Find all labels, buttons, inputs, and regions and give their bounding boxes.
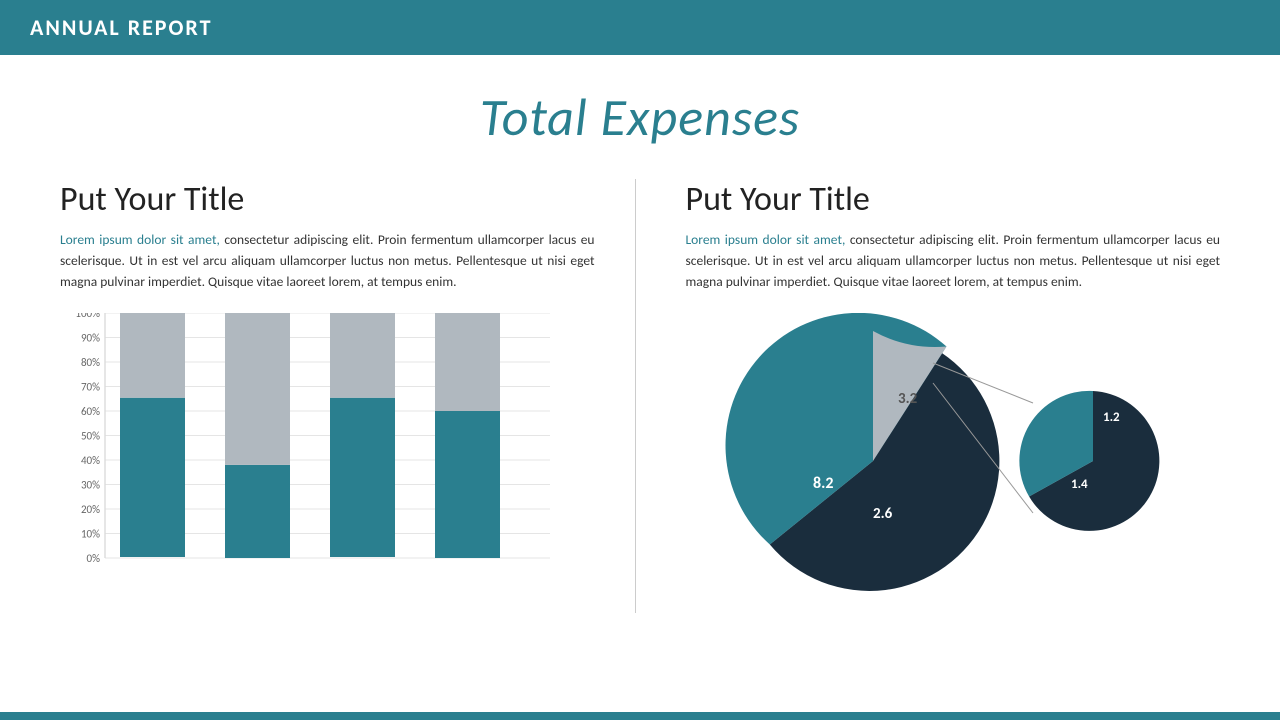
footer-bar — [0, 712, 1280, 720]
left-section-title: Put Your Title — [60, 179, 595, 220]
header: ANNUAL REPORT — [0, 0, 1280, 55]
left-highlight: Lorem ipsum dolor sit amet, — [60, 231, 220, 248]
svg-text:80%: 80% — [81, 356, 100, 369]
pie-chart-svg: 8.2 2.6 3.2 1.4 1.2 — [713, 313, 1193, 613]
svg-text:40%: 40% — [81, 454, 100, 467]
page-title: Total Expenses — [480, 85, 800, 149]
right-section-title: Put Your Title — [686, 179, 1221, 220]
pie-chart-area: 8.2 2.6 3.2 1.4 1.2 — [686, 313, 1221, 613]
svg-text:20%: 20% — [81, 503, 100, 516]
bar-chart: 100% 90% 80% 70% 60% 50% 40% 30% 20% 10%… — [60, 313, 560, 583]
svg-text:2.6: 2.6 — [873, 505, 893, 523]
right-column: Put Your Title Lorem ipsum dolor sit ame… — [636, 179, 1221, 613]
svg-text:3.2: 3.2 — [898, 390, 918, 408]
svg-text:30%: 30% — [81, 478, 100, 491]
columns: Put Your Title Lorem ipsum dolor sit ame… — [60, 179, 1220, 613]
header-title: ANNUAL REPORT — [30, 14, 212, 41]
page-title-container: Total Expenses — [60, 85, 1220, 149]
right-body-text: Lorem ipsum dolor sit amet, consectetur … — [686, 230, 1221, 293]
bar-chart-svg: 100% 90% 80% 70% 60% 50% 40% 30% 20% 10%… — [60, 313, 560, 583]
svg-text:1.2: 1.2 — [1103, 410, 1120, 425]
svg-text:60%: 60% — [81, 405, 100, 418]
svg-text:90%: 90% — [81, 331, 100, 344]
page-title-part1: Total — [480, 85, 601, 149]
svg-text:0%: 0% — [87, 552, 101, 565]
svg-text:8.2: 8.2 — [813, 474, 834, 493]
right-highlight: Lorem ipsum dolor sit amet, — [686, 231, 846, 248]
svg-text:10%: 10% — [81, 527, 100, 540]
left-column: Put Your Title Lorem ipsum dolor sit ame… — [60, 179, 636, 613]
svg-text:50%: 50% — [81, 429, 100, 442]
svg-text:1.4: 1.4 — [1071, 477, 1088, 492]
main-content: Total Expenses Put Your Title Lorem ipsu… — [0, 55, 1280, 633]
svg-text:70%: 70% — [81, 380, 100, 393]
svg-text:100%: 100% — [75, 313, 100, 320]
left-body-text: Lorem ipsum dolor sit amet, consectetur … — [60, 230, 595, 293]
page-title-part2: Expenses — [601, 85, 801, 149]
